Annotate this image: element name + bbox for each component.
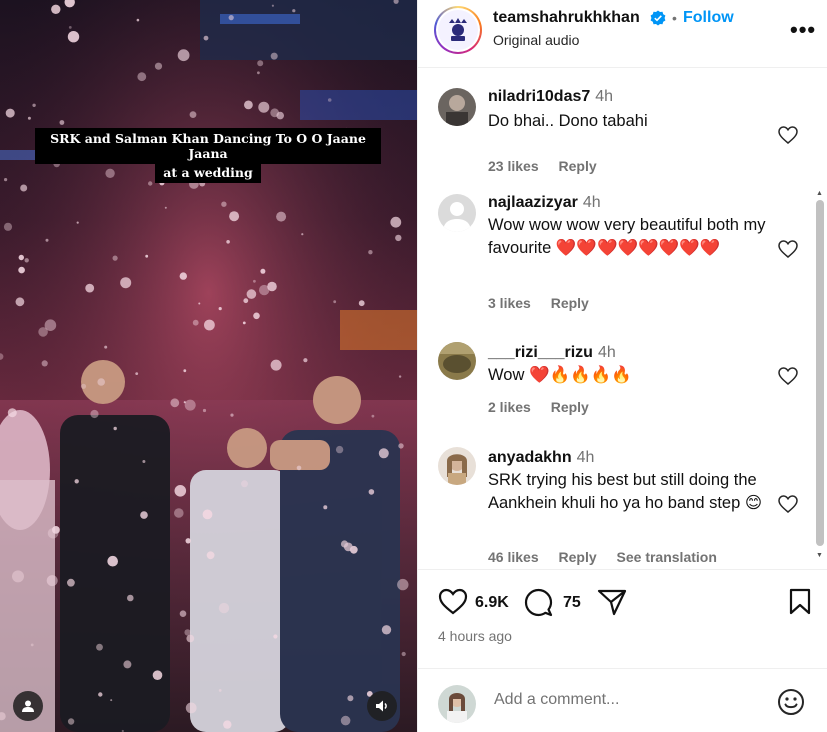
comment-time: 4h [582, 194, 601, 211]
commenter-avatar[interactable] [438, 342, 476, 380]
more-options-button[interactable]: ••• [790, 17, 816, 43]
commenter-username[interactable]: anyadakhn 4h [488, 449, 594, 467]
share-icon[interactable] [597, 588, 627, 616]
comments-scrollbar[interactable] [816, 200, 824, 546]
commenter-username[interactable]: ___rizi___rizu 4h [488, 344, 616, 362]
video-frame [0, 0, 417, 732]
comment-time: 4h [597, 344, 616, 361]
verified-badge-icon [650, 10, 666, 26]
username-text[interactable]: anyadakhn [488, 449, 572, 466]
see-translation-button[interactable]: See translation [617, 549, 717, 565]
comment-likes[interactable]: 23 likes [488, 158, 539, 174]
comment-text: SRK trying his best but still doing the … [488, 471, 763, 512]
comment-time: 4h [595, 88, 614, 105]
video-caption: SRK and Salman Khan Dancing To O O Jaane… [35, 128, 381, 183]
comment-likes[interactable]: 3 likes [488, 295, 531, 311]
reply-button[interactable]: Reply [551, 295, 589, 311]
commenter-avatar[interactable] [438, 194, 476, 232]
audio-link[interactable]: Original audio [493, 32, 579, 48]
user-icon [22, 700, 34, 712]
commenter-username[interactable]: najlaazizyar 4h [488, 194, 601, 212]
comment-meta: 23 likes Reply [488, 158, 613, 174]
heart-icon[interactable] [778, 495, 798, 513]
heart-icon[interactable] [778, 240, 798, 258]
like-count[interactable]: 6.9K [475, 594, 509, 612]
comment-text: Do bhai.. Dono tabahi [488, 112, 648, 130]
like-icon[interactable] [438, 588, 468, 615]
post-actions: 6.9K 75 4 hours ago [418, 569, 827, 667]
comment-icon[interactable] [524, 588, 553, 617]
separator-dot: • [672, 10, 677, 26]
author-avatar[interactable] [434, 6, 482, 54]
heart-icon[interactable] [778, 367, 798, 385]
heart-icon[interactable] [778, 126, 798, 144]
scroll-up-arrow[interactable]: ▲ [816, 190, 823, 197]
comment-text: Wow ❤️🔥🔥🔥🔥 [488, 366, 632, 384]
emoji-icon[interactable] [777, 688, 805, 716]
comments-list[interactable]: niladri10das7 4h Do bhai.. Dono tabahi 23… [418, 69, 827, 568]
comment-likes[interactable]: 46 likes [488, 549, 539, 565]
username-text[interactable]: ___rizi___rizu [488, 344, 593, 361]
username-text[interactable]: niladri10das7 [488, 88, 590, 105]
author-username[interactable]: teamshahrukhkhan [493, 9, 640, 27]
commenter-avatar[interactable] [438, 88, 476, 126]
commenter-username[interactable]: niladri10das7 4h [488, 88, 613, 106]
follow-button[interactable]: Follow [683, 9, 734, 27]
reply-button[interactable]: Reply [551, 399, 589, 415]
comment-time: 4h [576, 449, 595, 466]
comment-count[interactable]: 75 [563, 594, 581, 612]
save-icon[interactable] [789, 588, 811, 615]
current-user-avatar[interactable] [438, 685, 476, 723]
team-logo-icon [449, 18, 467, 41]
comment-text: Wow wow wow very beautiful both my favou… [488, 216, 766, 257]
video-player[interactable]: SRK and Salman Khan Dancing To O O Jaane… [0, 0, 417, 732]
reply-button[interactable]: Reply [559, 158, 597, 174]
username-text[interactable]: najlaazizyar [488, 194, 578, 211]
add-comment-bar [418, 668, 827, 732]
scroll-down-arrow[interactable]: ▼ [816, 552, 823, 559]
volume-button[interactable] [367, 691, 397, 721]
caption-line-1: SRK and Salman Khan Dancing To O O Jaane… [35, 128, 381, 164]
user-tags-button[interactable] [13, 691, 43, 721]
comment-likes[interactable]: 2 likes [488, 399, 531, 415]
comment-meta: 46 likes Reply See translation [488, 549, 733, 565]
caption-line-2: at a wedding [155, 164, 261, 183]
post-header: teamshahrukhkhan • Follow Original audio… [418, 0, 827, 68]
commenter-avatar[interactable] [438, 447, 476, 485]
reply-button[interactable]: Reply [559, 549, 597, 565]
volume-icon [376, 700, 387, 712]
post-panel: teamshahrukhkhan • Follow Original audio… [417, 0, 827, 732]
post-timestamp[interactable]: 4 hours ago [438, 628, 512, 644]
comment-input[interactable] [494, 691, 764, 709]
comment-meta: 3 likes Reply [488, 295, 605, 311]
comment-meta: 2 likes Reply [488, 399, 605, 415]
